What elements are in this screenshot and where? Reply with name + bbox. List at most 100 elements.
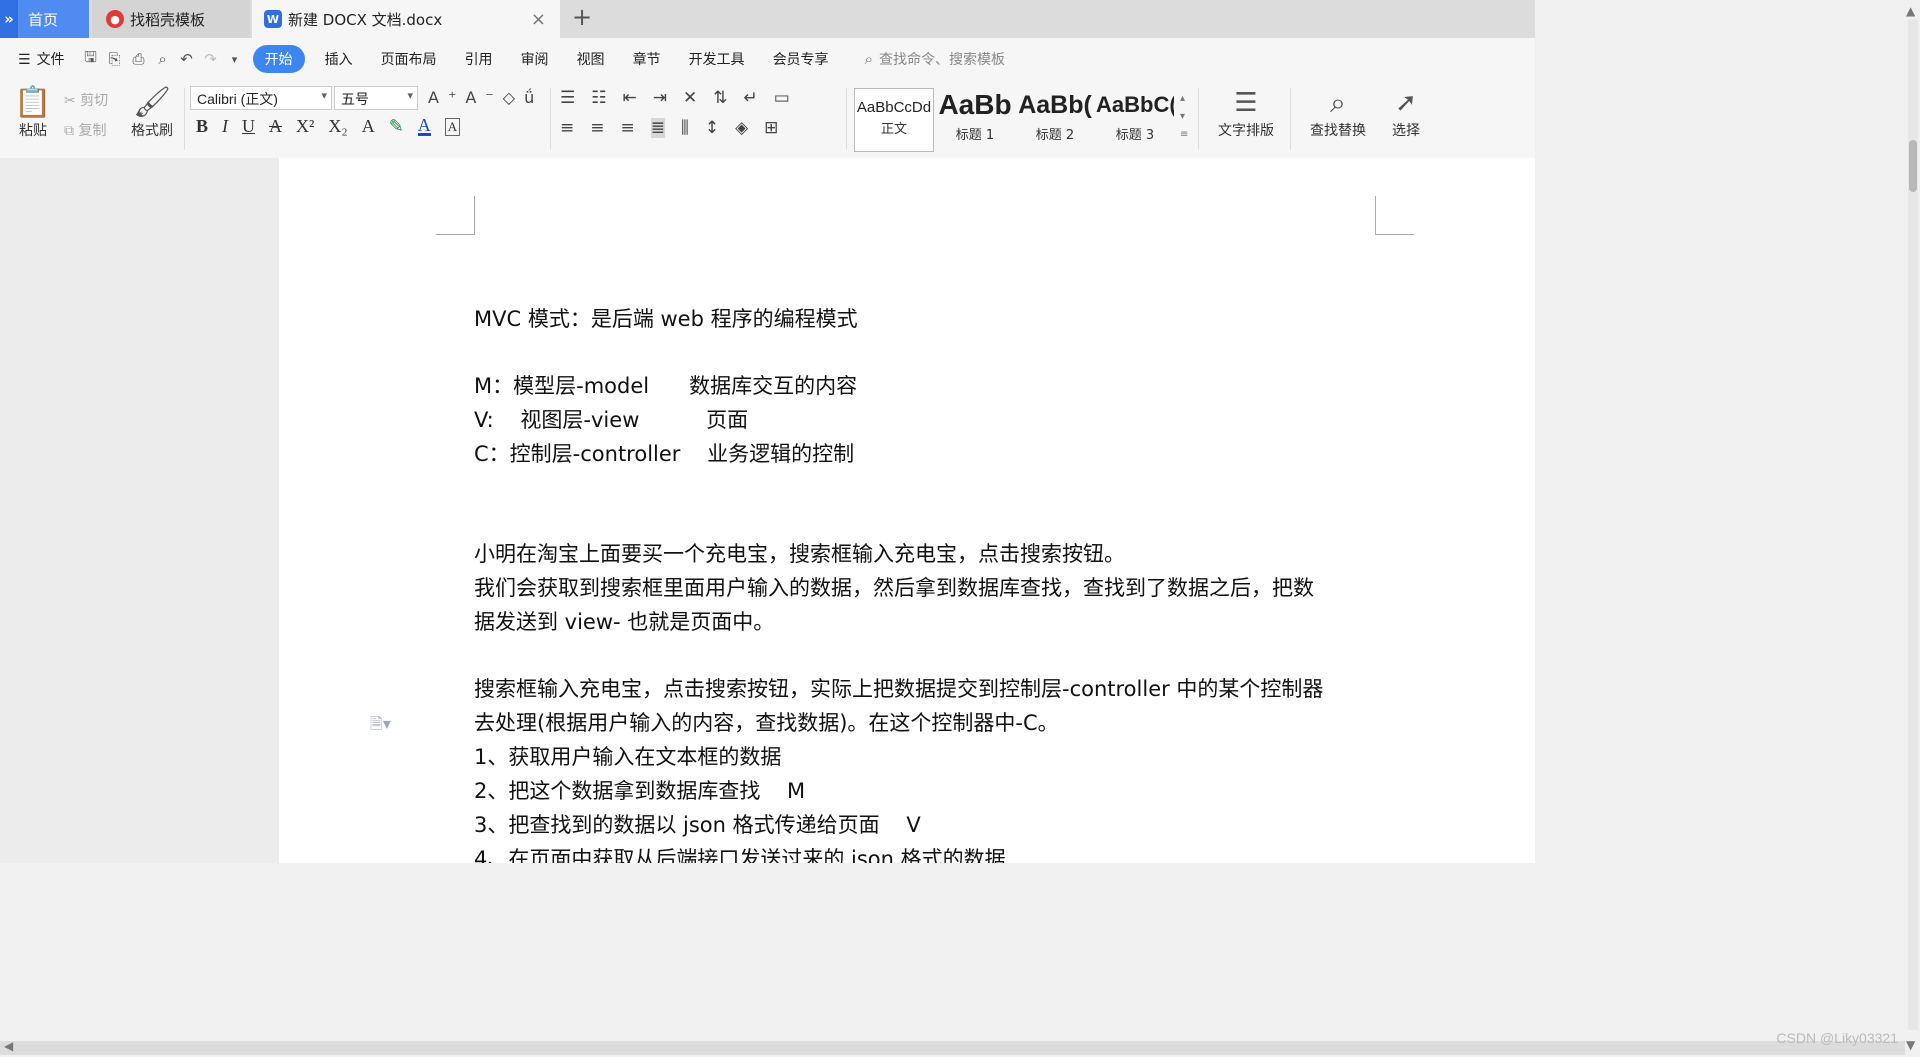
vertical-scroll-thumb[interactable] — [1909, 140, 1917, 192]
menu-view[interactable]: 视图 — [563, 49, 619, 69]
sort-icon[interactable]: ⇅ — [713, 88, 727, 108]
redo-icon[interactable]: ↷ — [199, 47, 223, 71]
doc-line-12[interactable]: 3、把查找到的数据以 json 格式传递给页面 V — [474, 809, 921, 839]
scroll-down-icon[interactable]: ▼ — [1906, 1038, 1915, 1052]
show-marks-icon[interactable]: ↵ — [744, 88, 758, 108]
numbered-list-icon[interactable]: ☷ — [591, 88, 606, 108]
divider — [184, 88, 185, 150]
styles-scroll[interactable]: ▴ ▾ ≡ — [1180, 90, 1188, 144]
table-ruler-icon[interactable]: ▭ — [774, 88, 790, 108]
chinese-layout-icon[interactable]: ✕ — [683, 88, 697, 108]
style-heading-2[interactable]: AaBb( 标题 2 — [1016, 88, 1094, 150]
menu-references[interactable]: 引用 — [451, 49, 507, 69]
select-button[interactable]: ➚ 选择 — [1382, 86, 1430, 140]
cut-button[interactable]: ✂ 剪切 — [64, 90, 108, 110]
bullet-list-icon[interactable]: ☰ — [560, 88, 575, 108]
doc-line-4[interactable]: C：控制层-controller 业务逻辑的控制 — [474, 438, 854, 468]
format-painter-button[interactable]: 🖌 格式刷 — [126, 86, 178, 140]
doc-line-6[interactable]: 我们会获取到搜索框里面用户输入的数据，然后拿到数据库查找，查找到了数据之后，把数 — [474, 572, 1314, 602]
doc-line-11[interactable]: 2、把这个数据拿到数据库查找 M — [474, 775, 805, 805]
command-search[interactable]: ⌕ 查找命令、搜索模板 — [865, 49, 1005, 69]
doc-line-5[interactable]: 小明在淘宝上面要买一个充电宝，搜索框输入充电宝，点击搜索按钮。 — [474, 538, 1125, 568]
cut-label: 剪切 — [80, 93, 109, 109]
close-icon[interactable]: × — [531, 9, 546, 30]
document-page[interactable] — [279, 158, 1535, 863]
scroll-up-icon[interactable]: ▲ — [1906, 4, 1915, 18]
scroll-left-icon[interactable]: ◀ — [4, 1039, 13, 1053]
increase-indent-icon[interactable]: ⇥ — [653, 88, 667, 108]
strikethrough-icon[interactable]: A — [269, 116, 282, 137]
align-right-icon[interactable]: ≡ — [621, 118, 635, 138]
divider — [1290, 88, 1291, 150]
subscript-icon[interactable]: X₂ — [328, 116, 347, 137]
menu-insert[interactable]: 插入 — [311, 49, 367, 69]
export-icon[interactable]: ⎘ — [103, 47, 127, 71]
distribute-icon[interactable]: ⫼ — [681, 118, 689, 138]
find-replace-button[interactable]: ⌕ 查找替换 — [1302, 86, 1374, 140]
doc-line-3[interactable]: V: 视图层-view 页面 — [474, 404, 748, 434]
doc-line-1[interactable]: MVC 模式：是后端 web 程序的编程模式 — [474, 303, 858, 333]
tab-document[interactable]: W 新建 DOCX 文档.docx × — [252, 0, 560, 38]
menu-developer[interactable]: 开发工具 — [675, 49, 759, 69]
decrease-indent-icon[interactable]: ⇤ — [623, 88, 637, 108]
print-preview-icon[interactable]: ⌕ — [151, 47, 175, 71]
save-icon[interactable]: 🖫 — [79, 47, 103, 71]
text-layout-button[interactable]: ☰ 文字排版 — [1210, 86, 1282, 140]
customize-icon[interactable]: ▾ — [223, 47, 247, 71]
doc-line-10[interactable]: 1、获取用户输入在文本框的数据 — [474, 741, 781, 771]
horizontal-scrollbar[interactable] — [0, 1041, 1905, 1055]
tab-template[interactable]: ● 找稻壳模板 — [92, 0, 250, 38]
doc-line-7[interactable]: 据发送到 view- 也就是页面中。 — [474, 606, 774, 636]
justify-icon[interactable]: ≣ — [650, 118, 665, 138]
superscript-icon[interactable]: X² — [296, 116, 314, 137]
style-heading-1[interactable]: AaBb 标题 1 — [936, 88, 1014, 150]
doc-line-13[interactable]: 4、在页面中获取从后端接口发送过来的 json 格式的数据 — [474, 843, 1006, 863]
doc-line-8[interactable]: 搜索框输入充电宝，点击搜索按钮，实际上把数据提交到控制层-controller … — [474, 673, 1323, 703]
highlight-icon[interactable]: ✎ — [389, 116, 404, 137]
bold-button[interactable]: B — [196, 116, 208, 137]
shading-icon[interactable]: ◈ — [735, 118, 748, 138]
align-left-icon[interactable]: ≡ — [560, 118, 574, 138]
grow-font-icon[interactable]: A⁺ — [428, 88, 465, 107]
font-tools-row: A⁺A⁻◇ǘ — [428, 88, 543, 107]
new-tab-button[interactable]: + — [572, 3, 592, 31]
doc-line-9[interactable]: 去处理(根据用户输入的内容，查找数据)。在这个控制器中-C。 — [474, 707, 1059, 737]
menu-start[interactable]: 开始 — [252, 45, 305, 73]
undo-icon[interactable]: ↶ — [175, 47, 199, 71]
align-center-icon[interactable]: ≡ — [590, 118, 604, 138]
underline-button[interactable]: U — [242, 116, 255, 137]
tab-home[interactable]: » 首页 — [0, 0, 89, 38]
font-color-icon[interactable]: A — [417, 116, 431, 136]
doc-line-2[interactable]: M：模型层-model 数据库交互的内容 — [474, 370, 857, 400]
expand-icon[interactable]: » — [0, 0, 18, 38]
char-border-icon[interactable]: A — [444, 117, 461, 136]
font-size-select[interactable]: 五号 ▾ — [334, 86, 418, 110]
file-menu[interactable]: ☰ 文件 — [0, 49, 79, 69]
style-heading-2-name: 标题 2 — [1035, 128, 1075, 143]
paste-icon: 📋 — [14, 85, 52, 120]
style-normal[interactable]: AaBbCcDd 正文 — [854, 88, 934, 152]
copy-button[interactable]: ⧉ 复制 — [64, 120, 106, 140]
phonetic-icon[interactable]: ǘ — [524, 88, 543, 107]
paste-button[interactable]: 📋 粘贴 — [12, 86, 54, 140]
borders-icon[interactable]: ⊞ — [764, 118, 778, 138]
document-area: MVC 模式：是后端 web 程序的编程模式 M：模型层-model 数据库交互… — [0, 158, 1535, 863]
menu-section[interactable]: 章节 — [619, 49, 675, 69]
style-heading-3[interactable]: AaBbC( 标题 3 — [1096, 88, 1174, 150]
font-name-select[interactable]: Calibri (正文) ▾ — [190, 86, 332, 110]
menu-member[interactable]: 会员专享 — [759, 49, 843, 69]
chevron-down-icon: ▾ — [321, 90, 327, 102]
copy-icon: ⧉ — [64, 123, 74, 139]
tab-template-label: 找稻壳模板 — [130, 10, 206, 29]
text-effect-icon[interactable]: A — [362, 116, 375, 137]
docer-logo-icon: ● — [106, 10, 124, 28]
italic-button[interactable]: I — [222, 116, 228, 137]
print-icon[interactable]: ⎙ — [127, 47, 151, 71]
line-spacing-icon[interactable]: ↕ — [705, 118, 719, 138]
menu-review[interactable]: 审阅 — [507, 49, 563, 69]
watermark: CSDN @Liky03321 — [1776, 1030, 1898, 1046]
clear-format-icon[interactable]: ◇ — [503, 88, 524, 107]
menu-page-layout[interactable]: 页面布局 — [367, 49, 451, 69]
shrink-font-icon[interactable]: A⁻ — [465, 88, 502, 107]
paragraph-handle-icon[interactable]: 🗎▾ — [370, 713, 391, 740]
